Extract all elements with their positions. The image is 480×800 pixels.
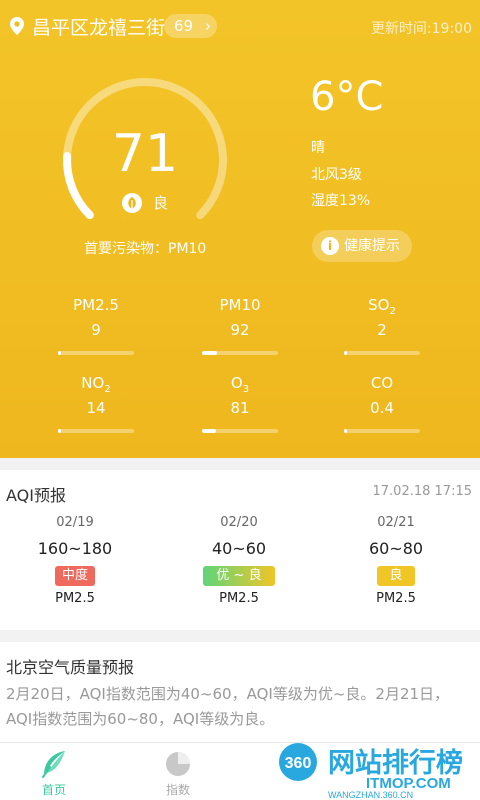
- feather-icon: [42, 751, 65, 778]
- air-quality-hero: 昌平区龙禧三街 69 › 更新时间:19:00 71 良 首要污染物：PM10 …: [0, 0, 480, 458]
- info-icon: i: [321, 237, 339, 255]
- pollutant-value: 81: [230, 399, 250, 417]
- pollutant-bar-fill: [202, 429, 216, 433]
- pollutant-bar-track: [58, 351, 134, 355]
- health-tips-button[interactable]: i 健康提示: [312, 230, 412, 262]
- temperature: 6°C: [310, 74, 384, 120]
- pollutant-bar-fill: [344, 429, 347, 433]
- aqi-level-text: 良: [153, 194, 169, 212]
- health-tips-label: 健康提示: [344, 238, 400, 254]
- chevron-right-icon: ›: [205, 17, 212, 35]
- pie-chart-icon: [166, 752, 190, 776]
- pollutant-name: PM2.5: [73, 296, 119, 314]
- pollutant-name: SO2: [368, 296, 396, 317]
- update-time: 更新时间:19:00: [370, 21, 472, 37]
- pollutant-name: NO2: [81, 374, 111, 395]
- pollutant-item: SO2 2: [342, 296, 422, 355]
- pollutant-value: 0.4: [370, 399, 394, 417]
- forecast-range: 40~60: [211, 539, 267, 558]
- weather-condition: 晴: [311, 140, 325, 156]
- pollutant-item: PM10 92: [200, 296, 280, 355]
- aqi-forecast-title: AQI预报: [6, 486, 66, 505]
- pollutant-bar-track: [58, 429, 134, 433]
- beijing-forecast-card: 北京空气质量预报 2月20日，AQI指数范围为40~60，AQI等级为优~良。2…: [0, 642, 480, 742]
- pollutant-bar-track: [202, 351, 278, 355]
- pollutant-value: 14: [86, 399, 106, 417]
- wind-info: 北风3级: [311, 167, 362, 183]
- forecast-date: 02/19: [56, 515, 94, 530]
- location-aqi-badge[interactable]: 69 ›: [164, 14, 218, 38]
- pollutant-bar-fill: [344, 351, 347, 355]
- pollutant-bar-fill: [58, 351, 61, 355]
- forecast-pollutant: PM2.5: [219, 591, 259, 606]
- pollutant-value: 92: [230, 321, 250, 339]
- location-row: 昌平区龙禧三街 69 › 更新时间:19:00: [0, 8, 480, 42]
- forecast-pollutant: PM2.5: [55, 591, 95, 606]
- forecast-level-badge: 良: [377, 566, 415, 586]
- forecast-day: 02/21 60~80 良 PM2.5: [336, 515, 456, 606]
- pollutant-value: 9: [91, 321, 101, 339]
- pollutant-bar-track: [202, 429, 278, 433]
- aqi-forecast-published: 17.02.18 17:15: [372, 484, 473, 499]
- pollutant-value: 2: [377, 321, 387, 339]
- forecast-date: 02/21: [377, 515, 415, 530]
- pollutant-item: CO 0.4: [342, 374, 422, 433]
- forecast-pollutant: PM2.5: [376, 591, 416, 606]
- location-name[interactable]: 昌平区龙禧三街: [32, 13, 165, 40]
- forecast-level-badge: 优 ~ 良: [203, 566, 275, 586]
- pollutant-bar-fill: [58, 429, 61, 433]
- beijing-forecast-text: 2月20日，AQI指数范围为40~60，AQI等级为优~良。2月21日，AQI指…: [6, 685, 450, 728]
- tab-home-label: 首页: [41, 783, 66, 797]
- watermark-url: WANGZHAN.360.CN: [328, 790, 413, 800]
- tab-home[interactable]: 首页: [14, 749, 94, 798]
- leaf-icon: [122, 192, 142, 213]
- pollutant-item: O3 81: [200, 374, 280, 433]
- location-aqi-value: 69: [174, 17, 194, 35]
- beijing-forecast-title: 北京空气质量预报: [6, 658, 135, 677]
- aqi-forecast-card: AQI预报 17.02.18 17:15 02/19 160~180 中度 PM2.5…: [0, 470, 480, 630]
- forecast-level-badge: 中度: [55, 566, 95, 586]
- forecast-date: 02/20: [220, 515, 258, 530]
- pollutant-name: CO: [370, 374, 394, 392]
- pollutant-name: PM10: [219, 296, 261, 314]
- tab-index-label: 指数: [165, 783, 190, 797]
- tab-index[interactable]: 指数: [138, 749, 218, 798]
- watermark: 360 网站排行榜 ITMOP.COM WANGZHAN.360.CN: [276, 738, 480, 800]
- pollutant-item: NO2 14: [56, 374, 136, 433]
- primary-pollutant: 首要污染物：PM10: [84, 241, 207, 257]
- pollutant-bar-fill: [202, 351, 217, 355]
- aqi-level: 良: [122, 192, 168, 214]
- forecast-range: 160~180: [37, 539, 113, 558]
- humidity-info: 湿度13%: [311, 193, 371, 209]
- pollutant-bar-track: [344, 351, 420, 355]
- location-pin-icon: [10, 17, 24, 35]
- pollutant-bar-track: [344, 429, 420, 433]
- watermark-logo: 360 网站排行榜 ITMOP.COM WANGZHAN.360.CN: [279, 743, 463, 800]
- aqi-value: 71: [111, 124, 179, 184]
- forecast-range: 60~80: [368, 539, 424, 558]
- pollutant-name: O3: [230, 374, 250, 395]
- forecast-day: 02/20 40~60 优 ~ 良 PM2.5: [179, 515, 299, 606]
- aqi-gauge: 71 良: [50, 70, 240, 240]
- pollutant-item: PM2.5 9: [56, 296, 136, 355]
- forecast-day: 02/19 160~180 中度 PM2.5: [15, 515, 135, 606]
- watermark-logo-text: 360: [285, 755, 312, 772]
